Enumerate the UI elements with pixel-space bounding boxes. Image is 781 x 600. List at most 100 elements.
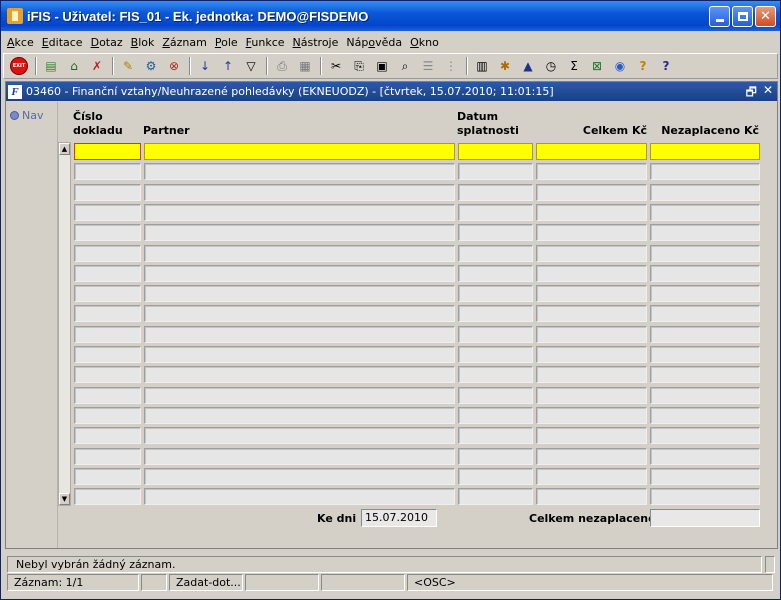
cell-unpaid[interactable] xyxy=(650,265,760,282)
cell-total[interactable] xyxy=(536,163,647,180)
cell-document[interactable] xyxy=(74,224,141,241)
minimize-button[interactable] xyxy=(709,6,730,27)
delete-record-button[interactable]: ✗ xyxy=(87,56,107,76)
help-button[interactable]: ? xyxy=(633,56,653,76)
cut-button[interactable]: ✂ xyxy=(326,56,346,76)
cell-document[interactable] xyxy=(74,305,141,322)
copy-button[interactable]: ⎘ xyxy=(349,56,369,76)
cell-due-date[interactable] xyxy=(458,143,533,160)
cell-document[interactable] xyxy=(74,346,141,363)
cell-total[interactable] xyxy=(536,387,647,404)
cell-due-date[interactable] xyxy=(458,245,533,262)
restore-icon[interactable]: 🗗 xyxy=(746,83,757,104)
cell-unpaid[interactable] xyxy=(650,305,760,322)
menu-blok[interactable]: Blok xyxy=(131,36,155,49)
cell-unpaid[interactable] xyxy=(650,204,760,221)
cell-document[interactable] xyxy=(74,427,141,444)
cell-unpaid[interactable] xyxy=(650,468,760,485)
cell-total[interactable] xyxy=(536,326,647,343)
cell-unpaid[interactable] xyxy=(650,143,760,160)
cell-total[interactable] xyxy=(536,285,647,302)
cell-document[interactable] xyxy=(74,326,141,343)
menu-zaznam[interactable]: Záznam xyxy=(162,36,207,49)
cell-partner[interactable] xyxy=(144,427,455,444)
sort-ascending-button[interactable]: ↓ xyxy=(195,56,215,76)
cell-due-date[interactable] xyxy=(458,204,533,221)
cell-due-date[interactable] xyxy=(458,326,533,343)
cell-due-date[interactable] xyxy=(458,163,533,180)
cell-unpaid[interactable] xyxy=(650,488,760,505)
title-bar[interactable]: iFIS - Uživatel: FIS_01 - Ek. jednotka: … xyxy=(1,1,780,31)
cell-document[interactable] xyxy=(74,184,141,201)
cell-total[interactable] xyxy=(536,245,647,262)
cell-unpaid[interactable] xyxy=(650,346,760,363)
cell-partner[interactable] xyxy=(144,448,455,465)
form-title-bar[interactable]: F 03460 - Finanční vztahy/Neuhrazené poh… xyxy=(6,82,777,101)
cell-due-date[interactable] xyxy=(458,346,533,363)
cell-unpaid[interactable] xyxy=(650,245,760,262)
cell-unpaid[interactable] xyxy=(650,407,760,424)
cell-unpaid[interactable] xyxy=(650,285,760,302)
menu-akce[interactable]: Akce xyxy=(7,36,34,49)
cell-due-date[interactable] xyxy=(458,407,533,424)
cell-partner[interactable] xyxy=(144,184,455,201)
cell-partner[interactable] xyxy=(144,245,455,262)
nav-item[interactable]: Nav xyxy=(10,109,43,122)
cell-total[interactable] xyxy=(536,366,647,383)
menu-okno[interactable]: Okno xyxy=(410,36,439,49)
cell-due-date[interactable] xyxy=(458,468,533,485)
exit-button[interactable]: EXIT xyxy=(8,56,30,76)
cell-due-date[interactable] xyxy=(458,488,533,505)
cell-total[interactable] xyxy=(536,448,647,465)
cell-total[interactable] xyxy=(536,407,647,424)
cell-partner[interactable] xyxy=(144,366,455,383)
find-button[interactable]: ⌕ xyxy=(395,56,415,76)
context-help-button[interactable]: ? xyxy=(656,56,676,76)
menu-dotaz[interactable]: Dotaz xyxy=(91,36,123,49)
cell-due-date[interactable] xyxy=(458,448,533,465)
close-button[interactable]: ✕ xyxy=(755,6,776,27)
cell-partner[interactable] xyxy=(144,305,455,322)
print-preview-button[interactable]: ▦ xyxy=(295,56,315,76)
insert-record-button[interactable]: ▤ xyxy=(41,56,61,76)
cell-total[interactable] xyxy=(536,488,647,505)
tree-button[interactable]: ⋮ xyxy=(441,56,461,76)
cancel-query-button[interactable]: ⊗ xyxy=(164,56,184,76)
close-form-icon[interactable]: ✕ xyxy=(763,83,773,104)
enter-query-button[interactable]: ✎ xyxy=(118,56,138,76)
cell-document[interactable] xyxy=(74,143,141,160)
total-unpaid-field[interactable] xyxy=(650,509,760,527)
browser-button[interactable]: ◉ xyxy=(610,56,630,76)
cell-due-date[interactable] xyxy=(458,387,533,404)
cell-due-date[interactable] xyxy=(458,285,533,302)
cell-partner[interactable] xyxy=(144,488,455,505)
cell-total[interactable] xyxy=(536,265,647,282)
save-button[interactable]: ⌂ xyxy=(64,56,84,76)
cell-document[interactable] xyxy=(74,448,141,465)
cell-partner[interactable] xyxy=(144,265,455,282)
menu-editace[interactable]: Editace xyxy=(42,36,83,49)
cell-unpaid[interactable] xyxy=(650,448,760,465)
cell-partner[interactable] xyxy=(144,224,455,241)
cell-unpaid[interactable] xyxy=(650,326,760,343)
print-button[interactable]: ⎙ xyxy=(272,56,292,76)
cell-partner[interactable] xyxy=(144,346,455,363)
cell-document[interactable] xyxy=(74,204,141,221)
cell-unpaid[interactable] xyxy=(650,366,760,383)
alert-button[interactable]: ▲ xyxy=(518,56,538,76)
cell-partner[interactable] xyxy=(144,143,455,160)
tools-button[interactable]: ✱ xyxy=(495,56,515,76)
menu-funkce[interactable]: Funkce xyxy=(246,36,285,49)
cell-total[interactable] xyxy=(536,143,647,160)
scroll-up-button[interactable]: ▲ xyxy=(59,143,70,155)
cell-unpaid[interactable] xyxy=(650,163,760,180)
cell-due-date[interactable] xyxy=(458,265,533,282)
cell-document[interactable] xyxy=(74,245,141,262)
cell-unpaid[interactable] xyxy=(650,224,760,241)
grid-scrollbar[interactable]: ▲ ▼ xyxy=(58,142,71,506)
cell-document[interactable] xyxy=(74,407,141,424)
cell-partner[interactable] xyxy=(144,204,455,221)
cell-due-date[interactable] xyxy=(458,427,533,444)
calculator-button[interactable]: ▥ xyxy=(472,56,492,76)
cell-due-date[interactable] xyxy=(458,224,533,241)
